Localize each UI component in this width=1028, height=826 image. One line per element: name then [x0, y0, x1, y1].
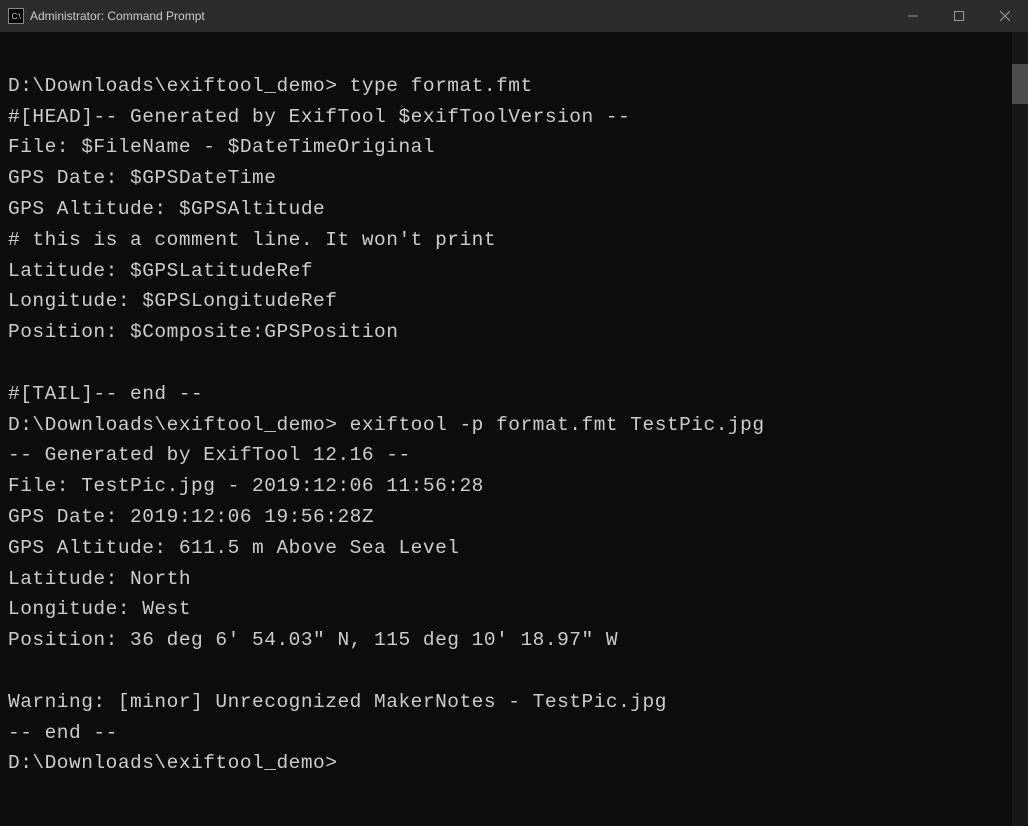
maximize-button[interactable]	[936, 0, 982, 32]
maximize-icon	[954, 11, 964, 21]
app-icon: C:\	[8, 8, 24, 24]
scrollbar-track[interactable]	[1012, 32, 1028, 826]
terminal-body[interactable]: D:\Downloads\exiftool_demo> type format.…	[0, 32, 1028, 826]
scrollbar-thumb[interactable]	[1012, 64, 1028, 104]
window-title: Administrator: Command Prompt	[30, 9, 890, 23]
close-button[interactable]	[982, 0, 1028, 32]
terminal-output: D:\Downloads\exiftool_demo> type format.…	[8, 40, 1028, 779]
minimize-button[interactable]	[890, 0, 936, 32]
window-controls	[890, 0, 1028, 32]
minimize-icon	[908, 11, 918, 21]
close-icon	[1000, 11, 1010, 21]
window-titlebar[interactable]: C:\ Administrator: Command Prompt	[0, 0, 1028, 32]
